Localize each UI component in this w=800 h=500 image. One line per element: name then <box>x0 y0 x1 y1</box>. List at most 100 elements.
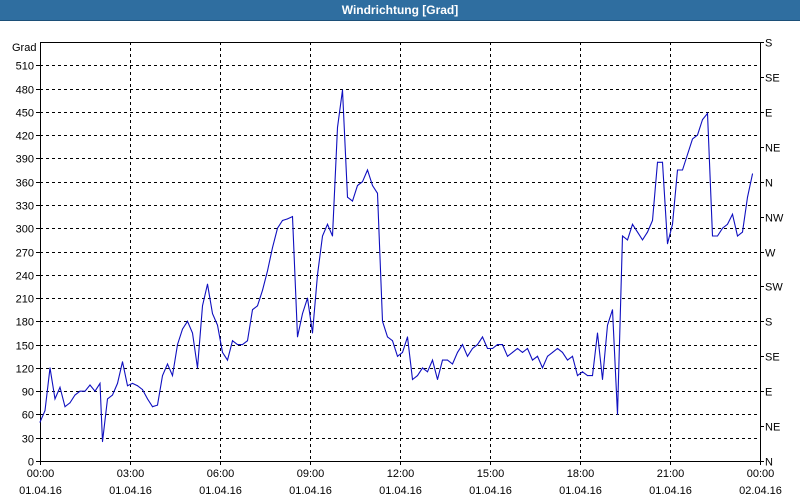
data-point <box>372 185 373 186</box>
data-point <box>542 367 543 369</box>
data-point <box>317 274 318 276</box>
x-tick-time: 21:00 <box>657 468 685 480</box>
data-point <box>84 390 86 392</box>
data-point <box>74 394 76 396</box>
data-point <box>252 309 253 311</box>
data-point <box>747 196 748 198</box>
data-point <box>732 213 733 215</box>
data-point <box>392 340 393 342</box>
data-point <box>412 379 413 380</box>
data-point <box>482 336 483 338</box>
data-point <box>142 389 143 391</box>
chart-title: Windrichtung [Grad] <box>0 0 800 21</box>
data-point <box>417 375 418 377</box>
right-tick-label: S <box>765 38 772 50</box>
series-line <box>39 90 754 442</box>
y-tick-label: 450 <box>16 108 34 120</box>
data-point <box>607 324 608 326</box>
data-point <box>592 375 593 377</box>
data-point <box>237 344 238 346</box>
right-tick-label: NE <box>765 143 780 155</box>
data-point <box>99 382 101 384</box>
data-point <box>622 235 623 237</box>
data-point <box>612 309 613 311</box>
data-point <box>362 181 363 183</box>
data-point <box>347 196 348 198</box>
data-point <box>552 351 553 353</box>
data-point <box>717 235 718 237</box>
data-point <box>292 216 293 218</box>
data-point <box>122 361 123 363</box>
x-tick-time: 12:00 <box>387 468 415 480</box>
x-tick-time: 06:00 <box>207 468 235 480</box>
data-point <box>117 382 118 384</box>
data-point <box>357 185 358 186</box>
data-point <box>467 355 468 357</box>
data-point <box>312 332 313 334</box>
data-point <box>102 441 103 443</box>
data-point <box>232 340 233 342</box>
y-tick-label: 210 <box>16 294 34 306</box>
x-tick-date: 01.04.16 <box>379 485 422 497</box>
data-point <box>297 336 298 338</box>
data-point <box>687 154 688 155</box>
data-point <box>332 235 333 237</box>
data-point <box>752 173 753 175</box>
data-point <box>222 351 223 353</box>
data-point <box>562 351 563 353</box>
x-tick-date: 01.04.16 <box>109 485 152 497</box>
y-tick-label: 480 <box>16 85 34 97</box>
data-point <box>79 390 81 392</box>
data-point <box>39 421 41 423</box>
data-point <box>547 355 548 357</box>
data-point <box>692 138 693 140</box>
data-point <box>422 367 423 369</box>
x-tick-date: 01.04.16 <box>289 485 332 497</box>
data-point <box>54 398 56 400</box>
data-point <box>397 355 398 357</box>
data-point <box>112 394 113 396</box>
data-point <box>682 169 683 171</box>
data-point <box>177 344 178 346</box>
right-tick-label: E <box>765 108 772 120</box>
y-tick-label: 510 <box>16 61 34 73</box>
x-tick-date: 01.04.16 <box>469 485 512 497</box>
x-tick-time: 03:00 <box>117 468 145 480</box>
y-tick-label: 300 <box>16 224 34 236</box>
data-point <box>242 344 243 346</box>
data-point <box>587 375 588 377</box>
y-tick-label: 360 <box>16 178 34 190</box>
data-point <box>457 351 458 353</box>
data-point <box>662 161 663 163</box>
data-point <box>437 379 438 380</box>
data-point <box>132 382 133 384</box>
data-point <box>157 404 158 406</box>
x-tick-date: 01.04.16 <box>199 485 242 497</box>
data-point <box>667 243 668 245</box>
data-point <box>477 344 478 346</box>
data-point <box>59 386 61 388</box>
data-point <box>377 192 378 194</box>
y-axis-ticks: 0 30 60 90 120 150 180 210 240 270 300 330 360 390 420… <box>16 61 40 469</box>
data-point <box>537 355 538 357</box>
x-axis-ticks: 00:00 01.04.16 03:00 01.04.16 06:00 01.04.16 0… <box>19 461 782 497</box>
data-point <box>657 161 658 163</box>
data-point <box>597 332 598 334</box>
data-point <box>602 379 603 380</box>
data-point <box>69 402 71 404</box>
data-point <box>742 231 743 233</box>
data-point <box>227 359 228 361</box>
data-point <box>577 375 578 377</box>
data-point <box>89 384 91 386</box>
data-point <box>94 390 96 392</box>
data-point <box>507 355 508 357</box>
data-point <box>447 359 448 361</box>
data-point <box>49 367 51 369</box>
data-point <box>557 348 558 349</box>
x-tick-date: 01.04.16 <box>19 485 62 497</box>
right-tick-label: E <box>765 387 772 399</box>
data-point <box>497 344 498 346</box>
data-point <box>217 324 218 326</box>
right-tick-label: N <box>765 178 773 190</box>
data-point <box>727 223 728 225</box>
